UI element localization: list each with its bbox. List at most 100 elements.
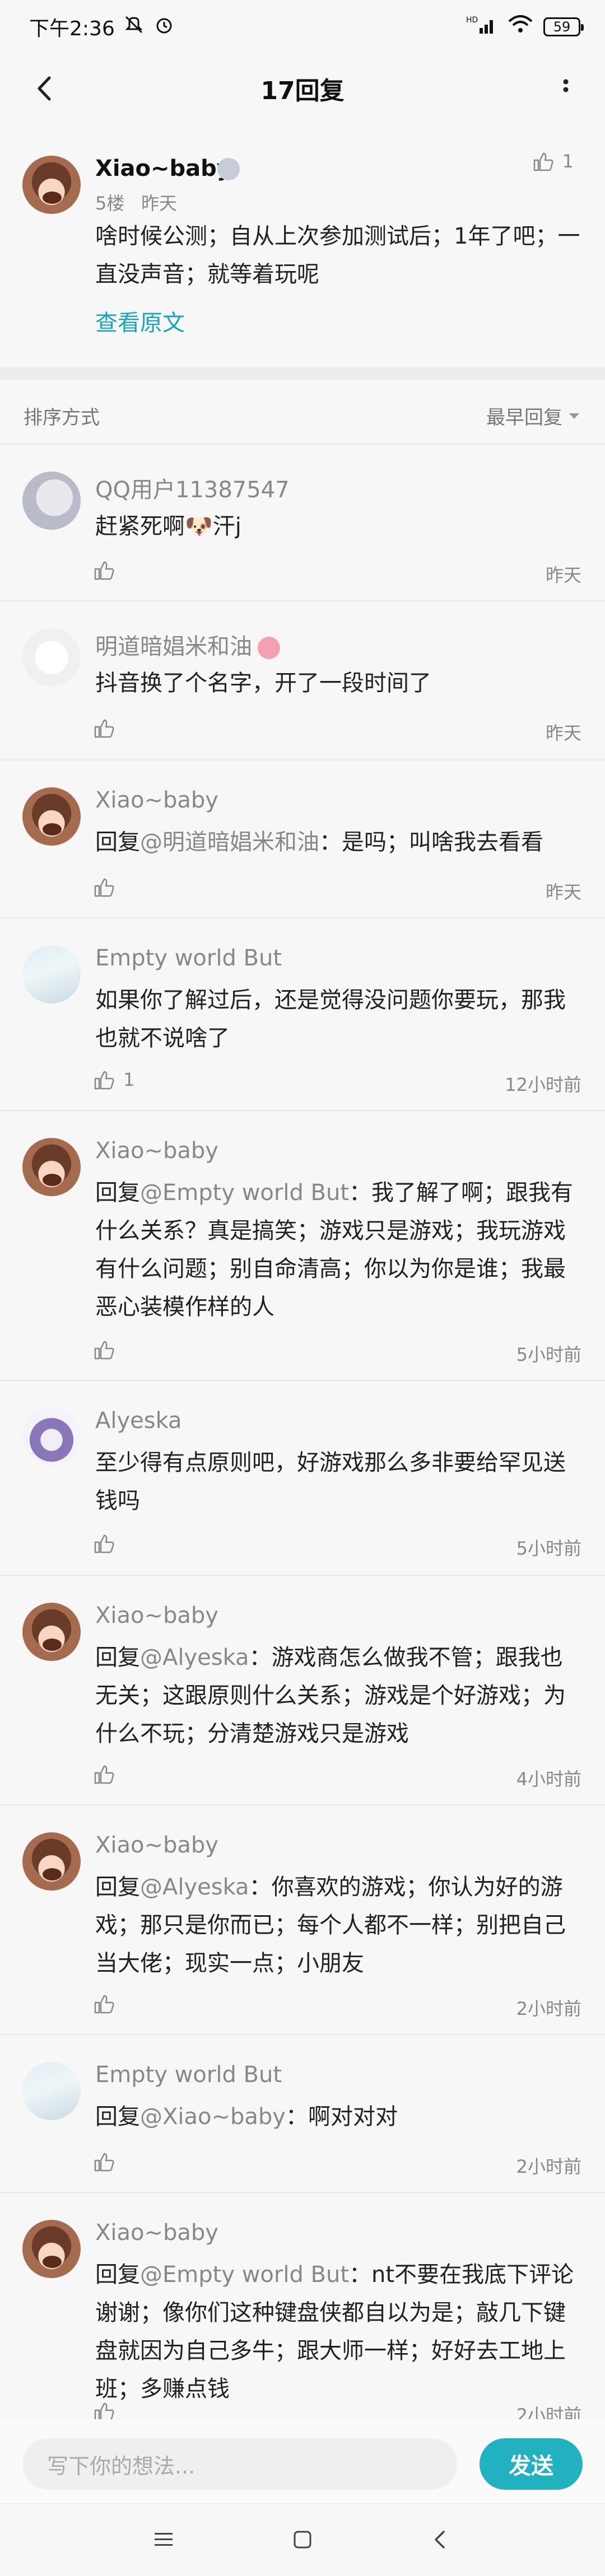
thumb-up-icon [94,1341,114,1360]
comment-like-button[interactable]: 1 [93,1068,134,1091]
battery-level: 59 [553,19,571,35]
comment-time: 2小时前 [516,1998,581,2019]
reply-to-user[interactable]: @Xiao~baby [140,2104,286,2130]
comment-author[interactable]: Xiao~baby [95,1832,218,1858]
comment-item: Empty world But 回复@Xiao~baby：啊对对对 2小时前 [0,2035,605,2193]
avatar[interactable] [22,472,81,530]
reply-text: ：啊对对对 [285,2104,398,2130]
comment-content: 回复@Xiao~baby：啊对对对 [95,2098,583,2136]
comment-author[interactable]: Xiao~baby [95,2220,218,2246]
comment-item: 明道暗娼米和油 抖音换了个名字，开了一段时间了 昨天 [0,601,605,760]
comment-like-button[interactable] [93,717,123,739]
home-square-icon [294,2531,311,2549]
send-button[interactable]: 发送 [480,2438,583,2490]
avatar[interactable] [22,1832,81,1891]
comment-author[interactable]: Alyeska [95,1408,182,1434]
comment-author[interactable]: QQ用户11387547 [95,472,290,504]
female-icon [258,637,280,659]
comment-content: 赶紧死啊🐶汗j [95,514,241,539]
comment-item: Alyeska 至少得有点原则吧，好游戏那么多非要给罕见送钱吗 5小时前 [0,1381,605,1576]
comment-author[interactable]: Xiao~baby [95,1138,218,1164]
comment-item: Xiao~baby 回复@Empty world But：我了解了啊；跟我有什么… [0,1111,605,1381]
comment-like-button[interactable] [93,1532,123,1555]
reply-to-user[interactable]: @Alyeska [140,1874,249,1900]
top-nav: 17回复 [0,54,605,123]
reply-input[interactable]: 写下你的想法... [22,2438,457,2490]
back-arrow-icon [38,76,51,101]
reply-to-user[interactable]: @Alyeska [140,1645,249,1670]
reply-prefix: 回复 [95,2104,140,2130]
sort-value: 最早回复 [486,407,562,429]
mute-icon [123,13,145,41]
sort-bar: 排序方式 最早回复 [0,380,605,445]
author-name: 明道暗娼米和油 [95,634,252,660]
comment-content: 至少得有点原则吧，好游戏那么多非要给罕见送钱吗 [95,1450,566,1514]
avatar[interactable] [22,1603,81,1661]
post-like-count: 1 [562,151,574,172]
comment-time: 2小时前 [516,2156,581,2177]
avatar[interactable] [22,1408,81,1466]
dropdown-triangle-icon [569,413,579,419]
comment-item: Xiao~baby 回复@Empty world But：nt不要在我底下评论谢… [0,2193,605,2426]
level-badge [217,158,240,180]
comment-like-button[interactable] [93,876,123,898]
more-dots-icon [563,79,569,92]
comment-author[interactable]: 明道暗娼米和油 [95,628,280,661]
thumb-up-icon [94,1765,114,1784]
comment-content: 回复@明道暗娼米和油：是吗；叫啥我去看看 [95,823,583,861]
comment-time: 昨天 [545,564,581,586]
comment-like-button[interactable] [93,2150,123,2173]
comment-content: 回复@Empty world But：nt不要在我底下评论谢谢；像你们这种键盘侠… [95,2256,583,2408]
comment-like-button[interactable] [93,559,123,581]
thumb-up-icon [94,719,114,738]
avatar[interactable] [22,2220,81,2278]
reply-to-user[interactable]: @明道暗娼米和油 [140,829,319,855]
avatar[interactable] [22,945,81,1004]
comment-like-button[interactable] [93,1338,123,1361]
comment-like-button[interactable] [93,1763,123,1785]
home-button[interactable] [286,2523,319,2556]
comment-like-button[interactable] [93,1992,123,2015]
signal-icon: HD [466,15,497,40]
avatar[interactable] [22,628,81,687]
more-button[interactable] [543,66,588,111]
section-divider [0,367,605,380]
reply-prefix: 回复 [95,829,140,855]
battery-icon: 59 [543,17,584,36]
avatar[interactable] [22,787,81,846]
comment-author[interactable]: Xiao~baby [95,1603,218,1628]
reply-prefix: 回复 [95,1874,140,1900]
post-author[interactable]: Xiao~baby [95,156,231,181]
comment-time: 5小时前 [516,1344,581,1365]
reply-to-user[interactable]: @Empty world But [140,1180,349,1206]
thumb-up-icon [94,878,114,897]
comment-author[interactable]: Empty world But [95,945,282,971]
post-like-button[interactable]: 1 [532,150,574,172]
reply-text: ：是吗；叫啥我去看看 [319,829,543,855]
reply-to-user[interactable]: @Empty world But [140,2262,349,2288]
comment-content: 回复@Alyeska：你喜欢的游戏；你认为好的游戏；那只是你而已；每个人都不一样… [95,1868,583,1982]
back-chevron-icon [435,2531,445,2549]
comment-time: 5小时前 [516,1538,581,1559]
reply-prefix: 回复 [95,2262,140,2288]
comment-time: 昨天 [545,722,581,744]
menu-button[interactable] [147,2523,180,2556]
back-button[interactable] [22,66,67,111]
thumb-up-icon [94,1534,114,1553]
comment-author[interactable]: Xiao~baby [95,787,218,813]
comment-author[interactable]: Empty world But [95,2062,282,2088]
avatar[interactable] [22,156,81,214]
system-nav-bar [0,2503,605,2576]
sort-dropdown[interactable]: 最早回复 [486,402,580,430]
avatar[interactable] [22,1138,81,1196]
post-time: 昨天 [141,193,178,214]
status-bar: 下午2:36 HD 59 [0,0,605,54]
system-back-button[interactable] [424,2523,457,2556]
comment-content: 如果你了解过后，还是觉得没问题你要玩，那我也就不说啥了 [95,987,566,1051]
comment-time: 昨天 [545,881,581,903]
view-original-link[interactable]: 查看原文 [95,305,185,337]
avatar[interactable] [22,2062,81,2120]
menu-icon [155,2533,173,2546]
alarm-icon [153,13,175,41]
original-post: Xiao~baby 5楼 昨天 啥时候公测；自从上次参加测试后；1年了吧；一直没… [0,130,605,365]
